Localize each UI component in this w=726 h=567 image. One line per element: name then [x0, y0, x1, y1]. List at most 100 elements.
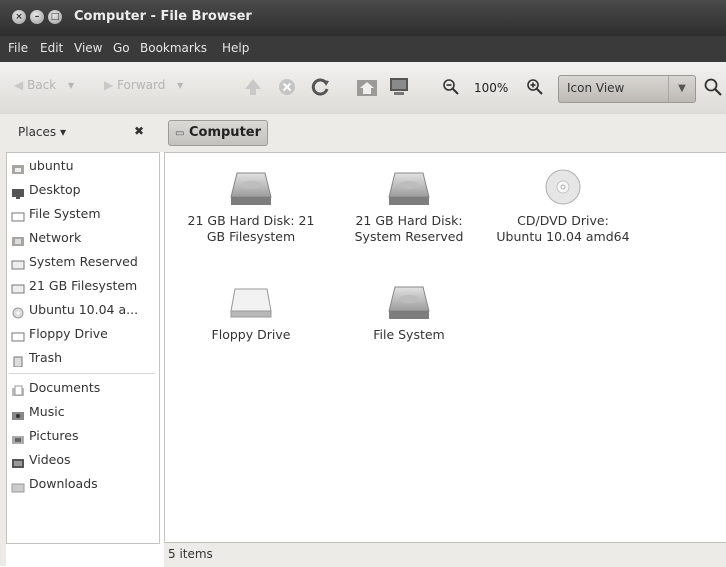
back-dropdown-icon[interactable]: ▾: [68, 78, 74, 92]
status-text: 5 items: [168, 547, 213, 561]
sidebar-item-label: Floppy Drive: [29, 326, 108, 341]
desktop-icon: [11, 184, 25, 199]
computer-icon[interactable]: [386, 74, 412, 100]
sidebar-item-label: File System: [29, 206, 101, 221]
location-label: Computer: [188, 125, 262, 140]
back-label: Back: [27, 78, 57, 92]
up-arrow-icon[interactable]: [240, 74, 266, 100]
cd-dvd-icon: [545, 169, 581, 205]
floppy-drive-icon: [230, 288, 272, 318]
chevron-down-icon[interactable]: ▼: [668, 76, 695, 102]
forward-arrow-icon: ▶: [104, 78, 114, 92]
sidebar-item-floppy-drive[interactable]: Floppy Drive: [11, 323, 108, 345]
menu-file[interactable]: File: [8, 41, 28, 55]
stop-icon[interactable]: [274, 74, 300, 100]
zoom-level: 100%: [474, 81, 509, 95]
sidebar-item-label: 21 GB Filesystem: [29, 278, 138, 293]
sidebar-item-documents[interactable]: Documents: [11, 377, 100, 399]
file-item-file-system[interactable]: File System: [339, 281, 479, 343]
zoom-in-icon[interactable]: [522, 74, 548, 100]
network-icon: [11, 232, 25, 246]
view-mode-label: Icon View: [567, 81, 625, 95]
window-title: Computer - File Browser: [74, 9, 252, 24]
title-bar: × – □ Computer - File Browser: [0, 0, 726, 36]
sidebar-item-downloads[interactable]: Downloads: [11, 473, 98, 495]
hard-disk-icon: [230, 172, 272, 205]
sidebar-item-label: Pictures: [29, 428, 79, 443]
file-item-cd-dvd-drive[interactable]: CD/DVD Drive: Ubuntu 10.04 amd64: [493, 167, 633, 245]
sidebar-item-system-reserved[interactable]: System Reserved: [11, 251, 138, 273]
sidebar-item-label: Downloads: [29, 476, 98, 491]
sidebar-item-label: Ubuntu 10.04 a...: [29, 302, 139, 317]
forward-dropdown-icon[interactable]: ▾: [177, 78, 183, 92]
location-button-computer[interactable]: ▭ Computer: [168, 120, 269, 146]
back-button[interactable]: ◀ Back ▾: [14, 78, 74, 92]
menu-go[interactable]: Go: [113, 41, 130, 55]
sidebar-item-label: Trash: [29, 350, 63, 365]
sidebar-item-desktop[interactable]: Desktop: [11, 179, 81, 201]
icon-view[interactable]: 21 GB Hard Disk: 21 GB Filesystem 21 GB …: [164, 152, 726, 543]
cd-icon: [11, 304, 25, 319]
music-folder-icon: [11, 406, 25, 420]
sidebar-item-music[interactable]: Music: [11, 401, 65, 423]
menu-bar: File Edit View Go Bookmarks Help: [0, 36, 726, 62]
drive-icon: [11, 208, 25, 222]
folder-icon: [11, 382, 25, 396]
pictures-folder-icon: [11, 430, 25, 444]
file-item-label: CD/DVD Drive: Ubuntu 10.04 amd64: [496, 213, 630, 244]
sidebar-separator: [9, 373, 155, 374]
sidebar-item-network[interactable]: Network: [11, 227, 81, 249]
reload-icon[interactable]: [308, 74, 334, 100]
sidebar-item-ubuntu-cd[interactable]: Ubuntu 10.04 a...: [11, 299, 138, 321]
path-bar: ▭ Computer: [164, 114, 726, 152]
sidebar-item-label: Network: [29, 230, 82, 245]
file-item-hard-disk-21gb[interactable]: 21 GB Hard Disk: 21 GB Filesystem: [181, 167, 321, 245]
sidebar-item-ubuntu[interactable]: ubuntu: [11, 155, 74, 177]
close-icon[interactable]: ×: [12, 10, 26, 24]
file-item-label: 21 GB Hard Disk: 21 GB Filesystem: [187, 213, 315, 244]
minimize-icon[interactable]: –: [30, 10, 44, 24]
places-dropdown[interactable]: Places ▾: [18, 125, 66, 139]
trash-icon: [11, 352, 25, 368]
sidebar-item-pictures[interactable]: Pictures: [11, 425, 79, 447]
places-header: Places ▾ ✖: [0, 114, 164, 152]
computer-small-icon: ▭: [175, 128, 185, 139]
sidebar-item-label: System Reserved: [29, 254, 138, 269]
file-item-label: 21 GB Hard Disk: System Reserved: [354, 213, 464, 244]
close-sidebar-icon[interactable]: ✖: [134, 124, 144, 138]
drive-icon: [11, 256, 25, 270]
hard-disk-icon: [388, 172, 430, 205]
sidebar-item-label: Desktop: [29, 182, 81, 197]
sidebar-item-file-system[interactable]: File System: [11, 203, 101, 225]
search-icon[interactable]: [700, 74, 726, 100]
home-icon[interactable]: [354, 74, 380, 100]
videos-folder-icon: [11, 454, 25, 468]
file-item-label: File System: [373, 327, 445, 342]
status-bar: 5 items: [164, 542, 726, 567]
sidebar-item-21gb-filesystem[interactable]: 21 GB Filesystem: [11, 275, 137, 297]
sidebar-item-videos[interactable]: Videos: [11, 449, 71, 471]
floppy-icon: [11, 328, 25, 342]
maximize-icon[interactable]: □: [48, 10, 62, 24]
toolbar: ◀ Back ▾ ▶ Forward ▾ 100% Icon View ▼: [0, 62, 726, 115]
downloads-folder-icon: [11, 478, 25, 493]
menu-view[interactable]: View: [74, 41, 102, 55]
menu-bookmarks[interactable]: Bookmarks: [140, 41, 207, 55]
back-arrow-icon: ◀: [14, 78, 24, 92]
file-item-hard-disk-system-reserved[interactable]: 21 GB Hard Disk: System Reserved: [339, 167, 479, 245]
drive-icon: [11, 280, 25, 294]
menu-edit[interactable]: Edit: [40, 41, 63, 55]
file-item-floppy-drive[interactable]: Floppy Drive: [181, 281, 321, 343]
places-sidebar: ubuntu Desktop File System Network Syste…: [6, 152, 160, 544]
hard-disk-icon: [388, 286, 430, 319]
sidebar-item-label: Documents: [29, 380, 101, 395]
forward-label: Forward: [117, 78, 166, 92]
forward-button[interactable]: ▶ Forward ▾: [104, 78, 183, 92]
sidebar-item-label: ubuntu: [29, 158, 74, 173]
sidebar-item-label: Videos: [29, 452, 71, 467]
zoom-out-icon[interactable]: [438, 74, 464, 100]
sidebar-item-trash[interactable]: Trash: [11, 347, 62, 369]
home-folder-icon: [11, 160, 25, 174]
view-mode-select[interactable]: Icon View ▼: [558, 75, 696, 103]
menu-help[interactable]: Help: [222, 41, 249, 55]
